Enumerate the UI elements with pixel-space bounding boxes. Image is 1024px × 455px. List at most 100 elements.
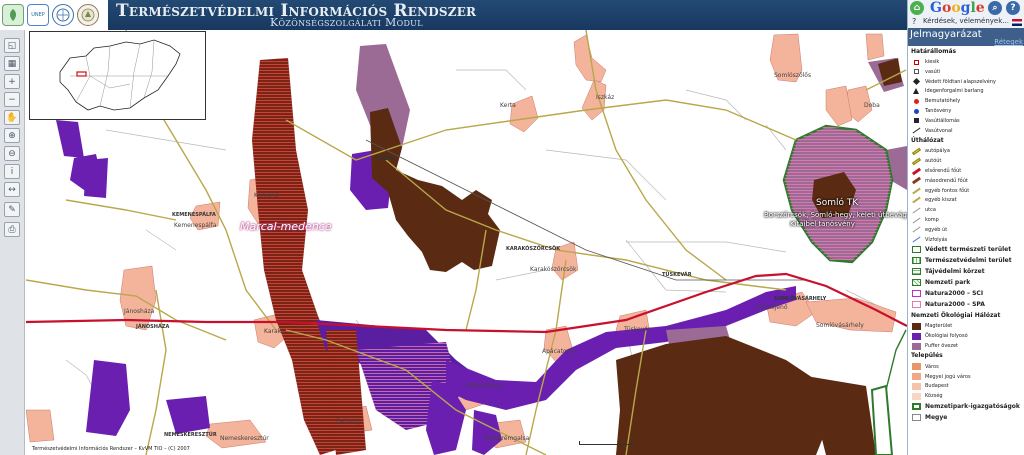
legend-item: komp (911, 216, 1023, 224)
legend-symbol-icon (911, 226, 921, 234)
measure-tool[interactable]: ↔ (4, 182, 20, 197)
legend-symbol-icon (911, 167, 921, 175)
legend-item: egyéb út (911, 226, 1023, 234)
legend-item: Natura2000 – SPA (911, 300, 1023, 308)
legend-symbol-icon (911, 402, 921, 410)
legend-item: Természetvédelmi terület (911, 256, 1023, 264)
trail-label: Borszőrcsök, Somló-hegy, keleti útbevágá… (764, 211, 907, 219)
full-extent-tool[interactable]: ◱ (4, 38, 20, 53)
legend-label: Bemutatóhely (925, 98, 961, 105)
legend-label: Magterület (925, 323, 953, 330)
google-logo[interactable]: Google (930, 0, 985, 16)
pan-tool[interactable]: ✋ (4, 110, 20, 125)
place-label: Nemeskeresztúr (220, 435, 269, 442)
legend-symbol-icon (911, 58, 921, 66)
legend-label: Idegenforgalmi barlang (925, 88, 984, 95)
legend-heading: Határállomás (911, 47, 1023, 55)
place-label: Tüskevár (624, 326, 651, 333)
legend-symbol-icon (911, 157, 921, 165)
header-bar: UNEP Természetvédelmi Információs Rendsz… (0, 0, 1024, 30)
legend-label: Natura2000 – SPA (925, 300, 985, 308)
legend-symbol-icon (911, 196, 921, 204)
legend-label: Megyei jogú város (925, 373, 971, 380)
legend-label: másodrendű főút (925, 177, 968, 184)
magnifier-minus-icon: ⊖ (8, 148, 16, 159)
legend-symbol-icon (911, 267, 921, 275)
place-label: SOMLÓVÁSÁRHELY (774, 296, 827, 302)
legend-label: Település (911, 352, 943, 360)
print-tool[interactable]: ⎙ (4, 222, 20, 237)
legend-item: Ökológiai folyosó (911, 332, 1023, 340)
place-label: Kamond (254, 192, 279, 199)
zoom-in-tool[interactable]: + (4, 74, 20, 89)
place-label: Dabrony (336, 418, 362, 425)
legend-label: Tanösvény (925, 108, 952, 114)
search-icon[interactable]: ⌕ (988, 1, 1002, 15)
legend-item: Natura2000 – SCI (911, 289, 1023, 297)
legend-item: Város (911, 363, 1023, 371)
place-label: Kemenespálfa (174, 222, 217, 229)
right-panel: Google ⌂ ⌕ ? ? Kérdések, vélemények... J… (907, 0, 1024, 455)
erase-tool[interactable]: ✎ (4, 202, 20, 217)
legend-label: Város (925, 363, 939, 370)
legend-symbol-icon (911, 332, 921, 340)
zoom-in-icon: + (8, 76, 16, 87)
help-icon[interactable]: ? (1006, 1, 1020, 15)
legend-symbol-icon (911, 127, 921, 135)
legend-symbol-icon (911, 373, 921, 381)
place-label: KERTA (376, 156, 394, 162)
place-label: Karakó (264, 328, 285, 335)
legend-item: utca (911, 206, 1023, 214)
home-icon[interactable]: ⌂ (910, 1, 924, 15)
layers-icon: ▦ (7, 58, 17, 69)
map-toolbar: ◱ ▦ + − ✋ ⊕ ⊖ i ↔ ✎ ⎙ (0, 30, 25, 455)
legend-label: egyéb kiszat (925, 197, 957, 204)
zoom-out-tool[interactable]: − (4, 92, 20, 107)
legend-label: Nemzeti Ökológiai Hálózat (911, 311, 1001, 319)
legend-item: Budapest (911, 382, 1023, 390)
layer-tool[interactable]: ▦ (4, 56, 20, 71)
unep-logo: UNEP (27, 4, 49, 26)
legend-label: Vízfolyás (925, 236, 948, 243)
legend-label: egyéb fontos főút (925, 187, 970, 194)
legend-list: Határállomás kiesik vasúti Védett földtani … (908, 47, 1024, 455)
legend-item: Község (911, 392, 1023, 400)
legend-label: Védett földtani alapszelvény (925, 78, 996, 85)
place-label: Somlójenő (756, 304, 788, 311)
legend-item: Megye (911, 413, 1023, 421)
legend-item: Bemutatóhely (911, 97, 1023, 105)
copyright-text: Természetvédelmi Információs Rendszer – … (32, 446, 190, 452)
info-icon: i (10, 166, 14, 177)
legend-symbol-icon (911, 342, 921, 350)
info-tool[interactable]: i (4, 164, 20, 179)
zoom-rect-out-tool[interactable]: ⊖ (4, 146, 20, 161)
legend-header: Jelmagyarázat Rétegek (908, 28, 1024, 46)
google-search-area: Google ⌂ ⌕ ? ? Kérdések, vélemények... (908, 0, 1024, 28)
hungary-outline (59, 39, 181, 111)
language-flag-icon[interactable] (1012, 19, 1022, 26)
legend-label: Vasútiállomás (925, 117, 960, 124)
overview-map[interactable] (29, 31, 206, 120)
legend-item: Megyei jogú város (911, 373, 1023, 381)
place-label: Doba (864, 102, 880, 109)
map-application: UNEP Természetvédelmi Információs Rendsz… (0, 0, 1024, 455)
legend-label: Nemzeti park (925, 278, 971, 286)
place-label: Kerta (500, 102, 516, 109)
place-label: NEMESKERESZTÚR (164, 432, 217, 438)
legend-label: Védett természeti terület (925, 245, 1012, 253)
protected-area-label: Somló TK (816, 198, 859, 208)
legend-symbol-icon (911, 147, 921, 156)
legend-item: Magterület (911, 322, 1023, 330)
printer-icon: ⎙ (8, 224, 16, 235)
legend-label: Megye (925, 413, 948, 421)
legend-symbol-icon (911, 363, 921, 371)
legend-symbol-icon (911, 176, 921, 185)
legend-label: Puffer övezet (925, 343, 959, 349)
zoom-rect-tool[interactable]: ⊕ (4, 128, 20, 143)
layers-tab[interactable]: Rétegek (994, 38, 1023, 46)
feedback-link[interactable]: Kérdések, vélemények... (923, 17, 1009, 25)
place-label: Jánosháza (124, 308, 155, 315)
legend-heading: Település (911, 352, 1023, 360)
legend-symbol-icon (911, 278, 921, 286)
legend-label: Határállomás (911, 47, 957, 55)
